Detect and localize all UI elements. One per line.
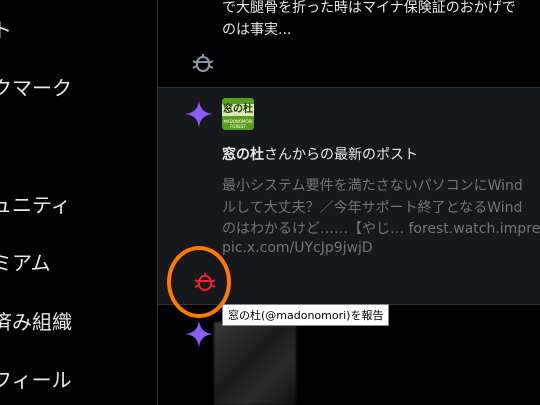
avatar-logo-subtext: MADONOMORI FOREST xyxy=(223,119,253,129)
previous-post[interactable]: で大腿骨を折った時はマイナ保険証のおかげで のは事実... xyxy=(158,0,540,88)
sidebar-item-verified-orgs[interactable]: 済み組織 xyxy=(0,306,72,335)
sparkle-icon xyxy=(184,319,214,353)
sidebar-item-label: 済み組織 xyxy=(0,310,72,334)
sidebar-item-label: ュニティ xyxy=(0,193,71,217)
sparkle-icon xyxy=(184,99,214,133)
post-body-line: 最小システム要件を満たさないパソコンにWind xyxy=(222,178,523,194)
sidebar-item-profile[interactable]: フィール xyxy=(0,364,72,393)
sidebar: ト クマーク ュニティ ミアム 済み組織 フィール xyxy=(0,0,157,405)
next-post-image[interactable] xyxy=(214,322,296,405)
sidebar-item-bookmarks[interactable]: クマーク xyxy=(0,72,72,101)
post-body-line: のはわかるけど……【やじ… forest.watch.impres xyxy=(222,221,540,237)
avatar[interactable]: 窓の杜 MADONOMORI FOREST xyxy=(222,98,254,130)
author-name[interactable]: 窓の杜 xyxy=(222,147,264,163)
post-body-line: ルして大丈夫？／今年サポート終了となるWind xyxy=(222,200,523,216)
report-tooltip: 窓の杜(@madonomori)を報告 xyxy=(222,304,390,326)
notification-title[interactable]: 窓の杜さんからの最新のポスト xyxy=(222,144,418,164)
post-text-line: のは事実... xyxy=(222,22,292,38)
avatar-logo-text: 窓の杜 xyxy=(222,104,254,116)
sidebar-item-label: ミアム xyxy=(0,251,51,275)
sidebar-item-communities[interactable]: ュニティ xyxy=(0,189,71,218)
post-link[interactable]: pic.x.com/UYcJp9jwjD xyxy=(222,240,373,256)
post-text-line: で大腿骨を折った時はマイナ保険証のおかげで xyxy=(222,0,516,16)
sidebar-item-notifications[interactable]: ト xyxy=(0,14,12,43)
sidebar-item-label: ト xyxy=(0,18,12,42)
sidebar-item-premium[interactable]: ミアム xyxy=(0,247,51,276)
notification-title-rest: さんからの最新のポスト xyxy=(264,147,418,163)
report-bug-icon[interactable] xyxy=(192,53,214,79)
sidebar-item-label: フィール xyxy=(0,368,72,392)
sidebar-item-label: クマーク xyxy=(0,76,72,100)
